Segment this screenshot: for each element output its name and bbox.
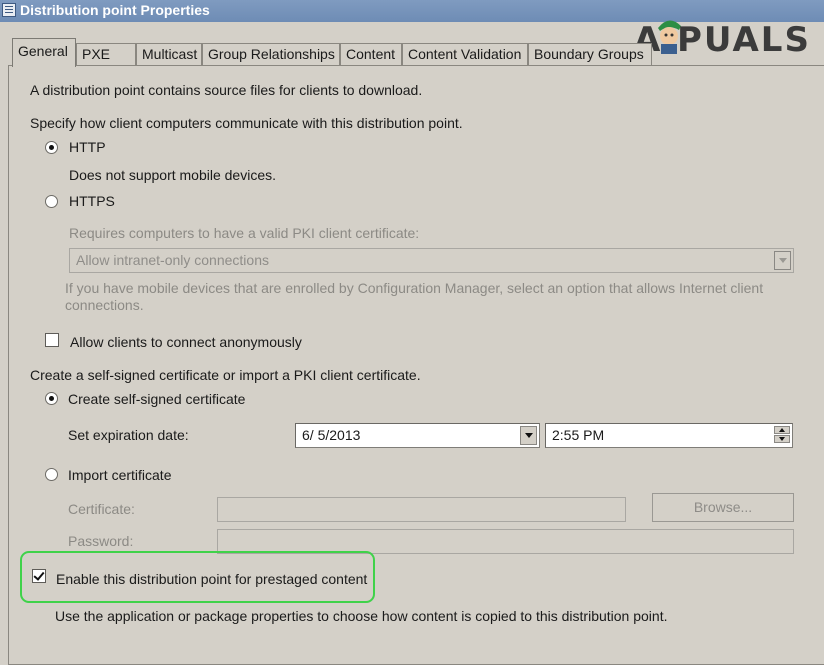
http-note: Does not support mobile devices. [69, 167, 276, 183]
spin-down-icon[interactable] [774, 435, 790, 443]
tab-content[interactable]: Content [340, 43, 402, 65]
password-label: Password: [68, 533, 134, 549]
prestaged-content-note: Use the application or package propertie… [55, 608, 668, 624]
prestaged-content-checkbox[interactable] [32, 569, 46, 583]
mobile-devices-note-line1: If you have mobile devices that are enro… [65, 280, 764, 296]
intro-text: A distribution point contains source fil… [30, 82, 423, 98]
http-label[interactable]: HTTP [69, 139, 106, 155]
self-signed-radio[interactable] [45, 392, 58, 405]
expiration-date-label: Set expiration date: [68, 427, 189, 443]
communication-prompt: Specify how client computers communicate… [30, 115, 463, 131]
properties-window-icon [2, 3, 16, 17]
allow-anonymous-label[interactable]: Allow clients to connect anonymously [70, 334, 302, 350]
internet-connection-value: Allow intranet-only connections [76, 252, 269, 268]
certificate-prompt: Create a self-signed certificate or impo… [30, 367, 421, 383]
chevron-down-icon[interactable] [774, 251, 791, 270]
expiration-time-value: 2:55 PM [552, 427, 605, 443]
spin-up-icon[interactable] [774, 426, 790, 434]
tab-strip: General PXE Multicast Group Relationship… [8, 38, 824, 67]
mobile-devices-note-line2: connections. [65, 297, 144, 313]
certificate-path-field[interactable] [217, 497, 626, 522]
certificate-label: Certificate: [68, 501, 135, 517]
expiration-date-picker[interactable]: 6/ 5/2013 [295, 423, 540, 448]
self-signed-label[interactable]: Create self-signed certificate [68, 391, 245, 407]
internet-connection-dropdown[interactable]: Allow intranet-only connections [69, 248, 794, 273]
import-certificate-radio[interactable] [45, 468, 58, 481]
pki-requirement-label: Requires computers to have a valid PKI c… [69, 225, 420, 241]
https-radio[interactable] [45, 195, 58, 208]
time-spinner[interactable] [774, 426, 790, 443]
prestaged-content-label[interactable]: Enable this distribution point for prest… [56, 571, 367, 587]
tab-general[interactable]: General [12, 38, 76, 67]
tab-group-relationships[interactable]: Group Relationships [202, 43, 340, 65]
browse-button[interactable]: Browse... [652, 493, 794, 522]
https-label[interactable]: HTTPS [69, 193, 115, 209]
expiration-time-field[interactable]: 2:55 PM [545, 423, 793, 448]
tab-content-validation[interactable]: Content Validation [402, 43, 528, 65]
allow-anonymous-checkbox[interactable] [45, 333, 59, 347]
import-certificate-label[interactable]: Import certificate [68, 467, 171, 483]
http-radio[interactable] [45, 141, 58, 154]
tab-pxe[interactable]: PXE [76, 43, 136, 65]
expiration-date-value: 6/ 5/2013 [302, 427, 361, 443]
calendar-dropdown-icon[interactable] [520, 426, 537, 445]
tab-multicast[interactable]: Multicast [136, 43, 202, 65]
window-title: Distribution point Properties [20, 2, 210, 18]
tab-boundary-groups[interactable]: Boundary Groups [528, 43, 652, 65]
